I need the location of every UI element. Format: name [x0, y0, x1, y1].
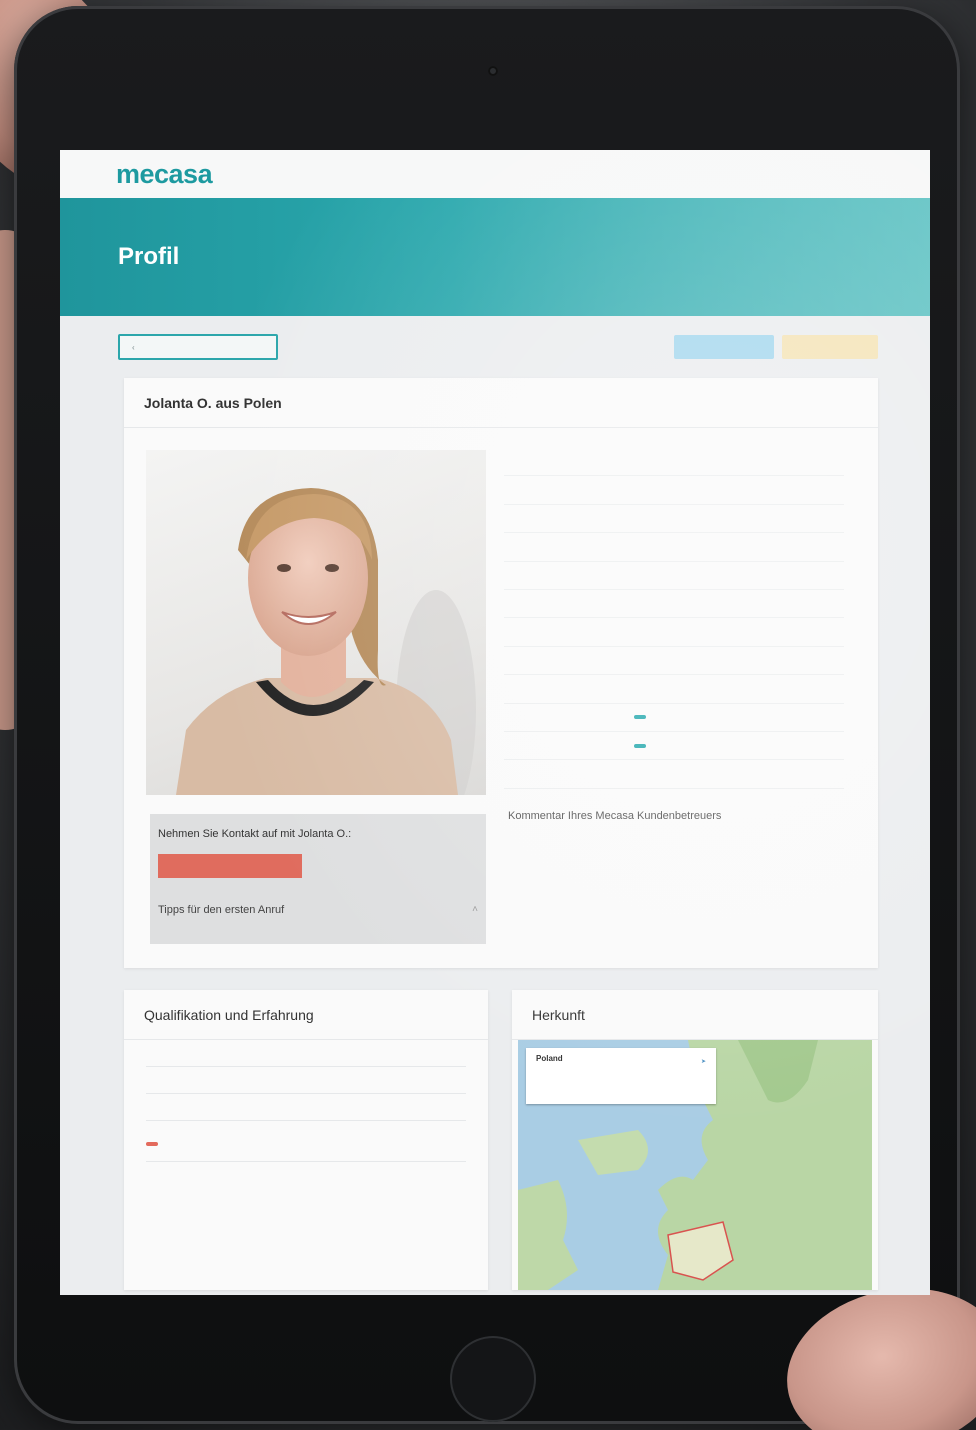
action-buttons: [674, 335, 878, 359]
detail-row: [504, 704, 844, 732]
call-button[interactable]: [158, 854, 302, 878]
detail-value: [634, 743, 646, 748]
contact-title: Nehmen Sie Kontakt auf mit Jolanta O.:: [158, 828, 352, 840]
back-button[interactable]: ‹: [118, 334, 278, 360]
action-bar: ‹: [60, 316, 930, 378]
origin-map[interactable]: Poland ➤: [518, 1040, 872, 1290]
hobby-tag: [634, 715, 646, 720]
origin-title: Herkunft: [512, 990, 878, 1040]
tablet-screen: mecasa Profil ‹ Jolanta O. aus Polen Neh…: [60, 150, 930, 1295]
profile-name-title: Jolanta O. aus Polen: [124, 378, 878, 428]
top-bar: mecasa: [60, 150, 930, 198]
detail-row: [504, 647, 844, 676]
qualification-item: [146, 1094, 466, 1121]
hero-banner: Profil: [60, 198, 930, 316]
advisor-comment: Kommentar Ihres Mecasa Kundenbetreuers: [508, 810, 838, 834]
qualification-item: [146, 1067, 466, 1094]
page-title: Profil: [118, 243, 180, 270]
chevron-left-icon: ‹: [132, 342, 135, 352]
detail-row: [504, 618, 844, 647]
directions-icon[interactable]: ➤: [701, 1058, 706, 1065]
detail-row: [504, 760, 844, 789]
certificate-tags: [146, 1133, 466, 1151]
qualification-title: Qualifikation und Erfahrung: [124, 990, 488, 1040]
contact-box: Nehmen Sie Kontakt auf mit Jolanta O.: T…: [150, 814, 486, 944]
detail-row: [504, 448, 844, 477]
certificate-tag: [146, 1142, 158, 1146]
primary-action-button[interactable]: [674, 335, 774, 359]
camera-icon: [488, 66, 498, 76]
origin-card: Herkunft Poland ➤: [512, 990, 878, 1290]
detail-row: [504, 675, 844, 704]
skill-tag: [634, 743, 646, 748]
qualification-card: Qualifikation und Erfahrung: [124, 990, 488, 1290]
detail-value: [634, 715, 646, 720]
detail-row: [504, 533, 844, 562]
detail-row: [504, 476, 844, 505]
map-info-box: Poland ➤: [526, 1048, 716, 1104]
detail-row: [504, 505, 844, 534]
qualification-item: [146, 1162, 466, 1184]
profile-photo: [146, 450, 486, 795]
detail-row: [504, 562, 844, 590]
profile-card: Jolanta O. aus Polen Nehmen Sie Kontakt …: [124, 378, 878, 968]
map-info-title: Poland: [536, 1054, 563, 1063]
tips-toggle[interactable]: Tipps für den ersten Anruf ˄: [158, 904, 478, 916]
home-button[interactable]: [450, 1336, 536, 1422]
detail-row: [504, 732, 844, 761]
secondary-action-button[interactable]: [782, 335, 878, 359]
bottom-row: Qualifikation und Erfahrung Herkunft Pol…: [124, 990, 878, 1290]
logo[interactable]: mecasa: [116, 159, 213, 190]
comment-title: Kommentar Ihres Mecasa Kundenbetreuers: [508, 810, 722, 822]
detail-row: [504, 590, 844, 619]
qualification-item: [146, 1040, 466, 1067]
qualification-item: [146, 1121, 466, 1162]
tips-label: Tipps für den ersten Anruf: [158, 904, 285, 916]
profile-details: [504, 448, 844, 789]
chevron-up-icon: ˄: [472, 904, 478, 915]
